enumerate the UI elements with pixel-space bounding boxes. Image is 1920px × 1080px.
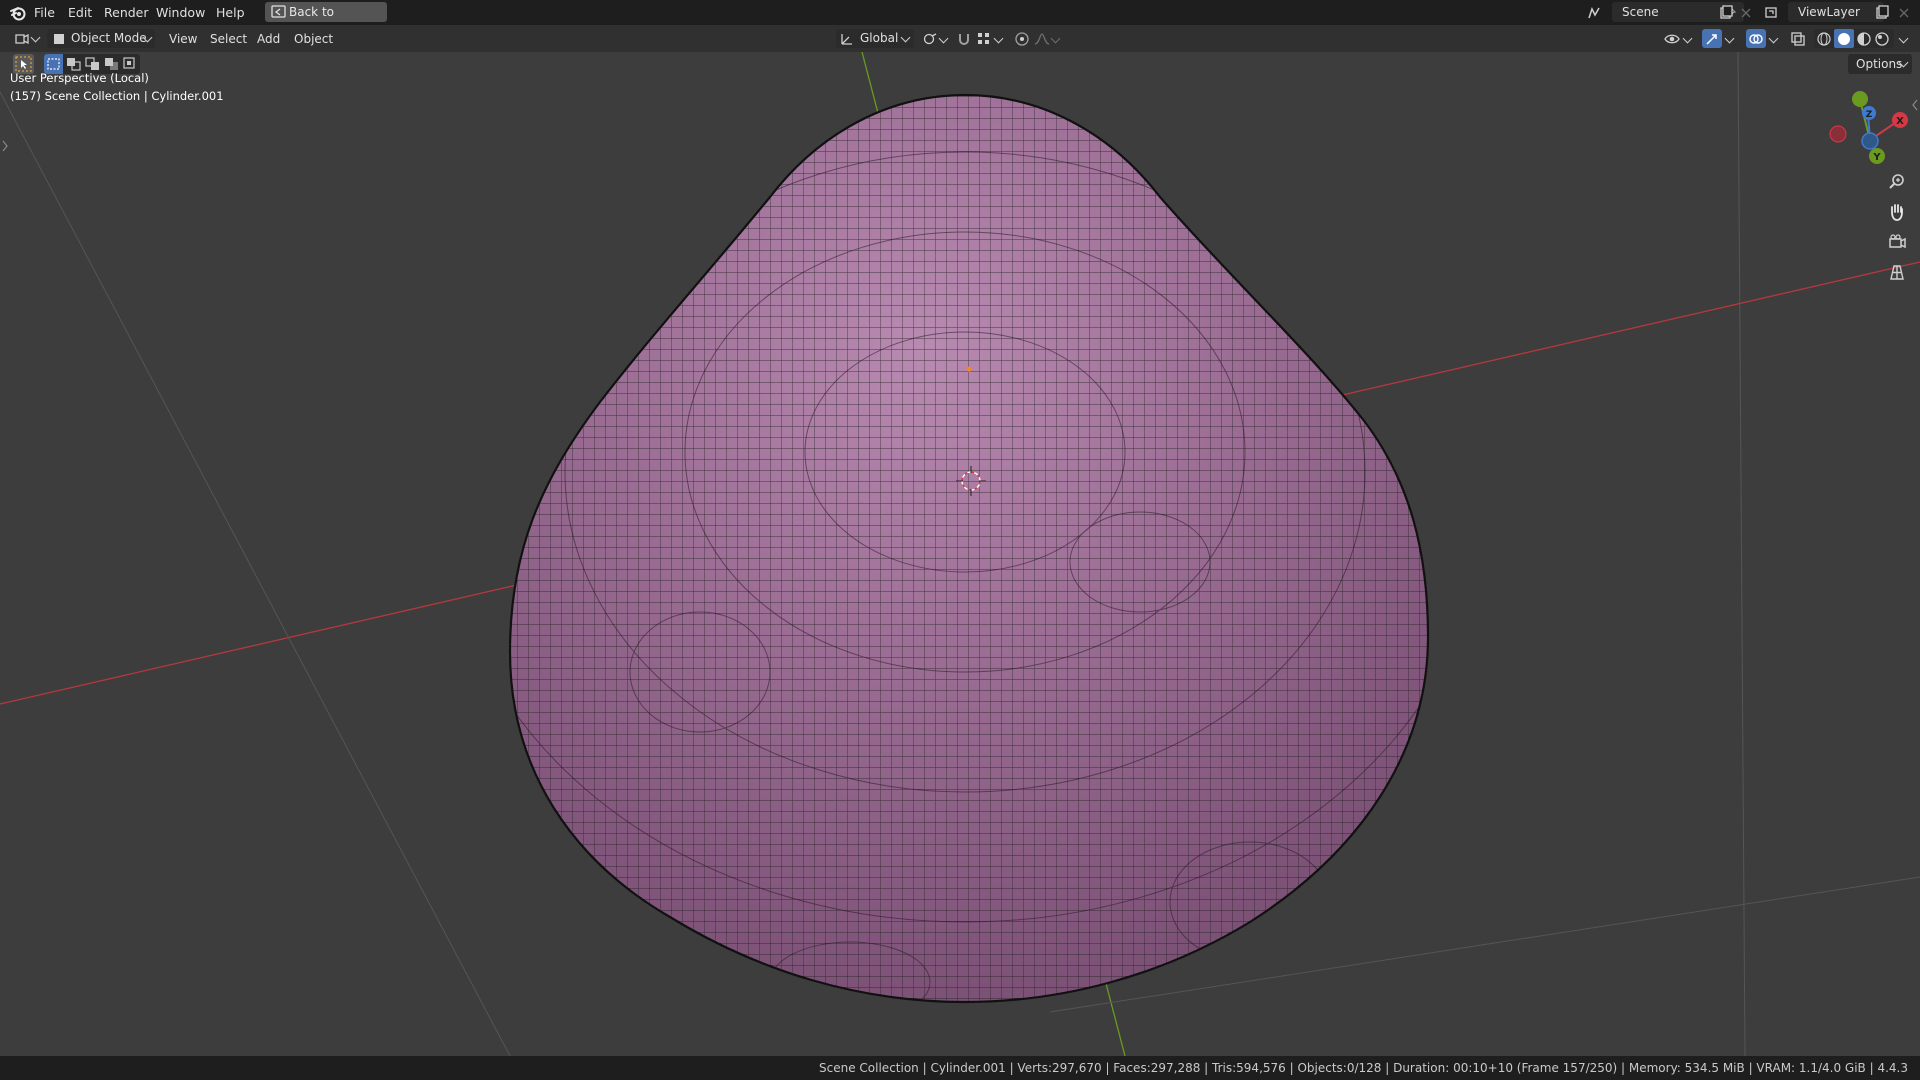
gizmo-neg-x-ball[interactable]: [1829, 125, 1847, 143]
xray-toggle-icon[interactable]: [1790, 31, 1806, 47]
wireframe-shading-icon[interactable]: [1816, 31, 1832, 47]
snap-magnet-icon[interactable]: [956, 31, 972, 47]
rendered-shading-icon[interactable]: [1874, 31, 1890, 47]
gizmo-icon: [1706, 34, 1717, 45]
object-mode-icon: [54, 34, 64, 44]
view-layer-icon[interactable]: [1764, 5, 1780, 21]
status-bar: Scene Collection | Cylinder.001 | Verts:…: [0, 1056, 1920, 1080]
new-scene-icon[interactable]: [1718, 5, 1734, 21]
zoom-view-button[interactable]: [1885, 170, 1909, 194]
gizmo-x-label: X: [1896, 116, 1904, 127]
screen-back-icon: [271, 5, 286, 18]
orientation-chevron-icon: [900, 32, 911, 43]
falloff-chevron-icon: [1050, 33, 1061, 44]
snap-chevron-icon: [993, 33, 1004, 44]
viewport-header: Object Mode View Select Add Object Globa…: [0, 25, 1920, 52]
gizmo-chevron-icon: [1724, 33, 1735, 44]
camera-icon: [1889, 234, 1906, 249]
visibility-eye-icon[interactable]: [1664, 31, 1680, 47]
top-bar: File Edit Render Window Help Back to Pre…: [0, 0, 1920, 39]
shading-mode-group: [1814, 29, 1894, 48]
overlays-toggle-button[interactable]: [1746, 29, 1766, 48]
camera-view-button[interactable]: [1885, 230, 1909, 254]
scene-name: Scene: [1622, 5, 1659, 19]
menu-object[interactable]: Object: [294, 30, 333, 48]
options-label: Options: [1856, 57, 1903, 71]
gizmo-y-label: Y: [1872, 152, 1881, 163]
toolbar-expand-icon[interactable]: [2, 140, 8, 152]
overlays-chevron-icon: [1768, 33, 1779, 44]
menu-select[interactable]: Select: [210, 30, 247, 48]
editor-type-icon[interactable]: [14, 31, 30, 47]
back-to-previous-button[interactable]: Back to Previous: [265, 2, 387, 39]
solid-shading-icon: [1838, 33, 1850, 45]
menu-add[interactable]: Add: [257, 30, 280, 48]
pivot-point-icon[interactable]: [922, 31, 938, 47]
perspective-label: User Perspective (Local): [10, 71, 149, 85]
collection-info-label: (157) Scene Collection | Cylinder.001: [10, 89, 224, 103]
delete-scene-icon[interactable]: [1738, 5, 1754, 21]
visibility-chevron-icon: [1682, 33, 1693, 44]
options-dropdown[interactable]: Options: [1848, 54, 1912, 74]
menu-help[interactable]: Help: [210, 4, 251, 21]
navigation-gizmo[interactable]: X Z Y: [1829, 91, 1908, 164]
new-view-layer-icon[interactable]: [1874, 5, 1890, 21]
gizmo-neg-y-ball[interactable]: [1852, 91, 1868, 107]
3d-viewport[interactable]: X Z Y User Perspective (Local) (157) Sce…: [0, 52, 1920, 1056]
menu-view[interactable]: View: [169, 30, 197, 48]
gizmo-z-label: Z: [1866, 110, 1873, 120]
hand-pan-icon: [1891, 204, 1903, 221]
orientation-label: Global: [860, 31, 899, 45]
cylinder-mesh[interactable]: [445, 82, 1485, 1022]
transform-orientation-selector[interactable]: Global: [836, 29, 914, 48]
falloff-curve-icon[interactable]: [1034, 31, 1050, 47]
viewport-canvas[interactable]: X Z Y: [0, 52, 1920, 1056]
view-layer-selector[interactable]: ViewLayer: [1788, 2, 1884, 22]
material-preview-icon[interactable]: [1856, 31, 1872, 47]
gizmo-toggle-button[interactable]: [1702, 29, 1722, 48]
mode-selector[interactable]: Object Mode: [47, 29, 155, 48]
menu-window[interactable]: Window: [150, 4, 211, 21]
menu-render[interactable]: Render: [98, 4, 155, 21]
blender-logo-icon[interactable]: [9, 4, 27, 22]
sidebar-expand-icon[interactable]: [1912, 99, 1918, 111]
object-origin-dot: [966, 366, 972, 372]
floor-grid-line: [0, 91, 511, 1056]
menu-file[interactable]: File: [28, 4, 61, 21]
mode-label: Object Mode: [71, 31, 147, 45]
menu-edit[interactable]: Edit: [62, 4, 98, 21]
zoom-magnifier-icon: [1889, 174, 1904, 189]
shading-chevron-icon: [1898, 33, 1909, 44]
overlays-icon: [1749, 34, 1763, 44]
view-layer-name: ViewLayer: [1798, 5, 1860, 19]
grid-perspective-icon: [1890, 265, 1904, 280]
scene-statistics: Scene Collection | Cylinder.001 | Verts:…: [819, 1061, 1908, 1075]
solid-shading-button[interactable]: [1834, 29, 1854, 48]
pan-view-button[interactable]: [1885, 200, 1909, 224]
proportional-editing-icon[interactable]: [1014, 31, 1030, 47]
pivot-chevron-icon: [938, 33, 949, 44]
editor-type-chevron-icon: [30, 32, 41, 43]
orientation-global-icon: [841, 34, 852, 45]
scene-icon[interactable]: [1586, 5, 1602, 21]
snap-increment-icon[interactable]: [976, 31, 992, 47]
delete-view-layer-icon[interactable]: [1896, 5, 1912, 21]
gizmo-neg-z-ball[interactable]: [1861, 132, 1879, 150]
ortho-toggle-button[interactable]: [1885, 260, 1909, 284]
